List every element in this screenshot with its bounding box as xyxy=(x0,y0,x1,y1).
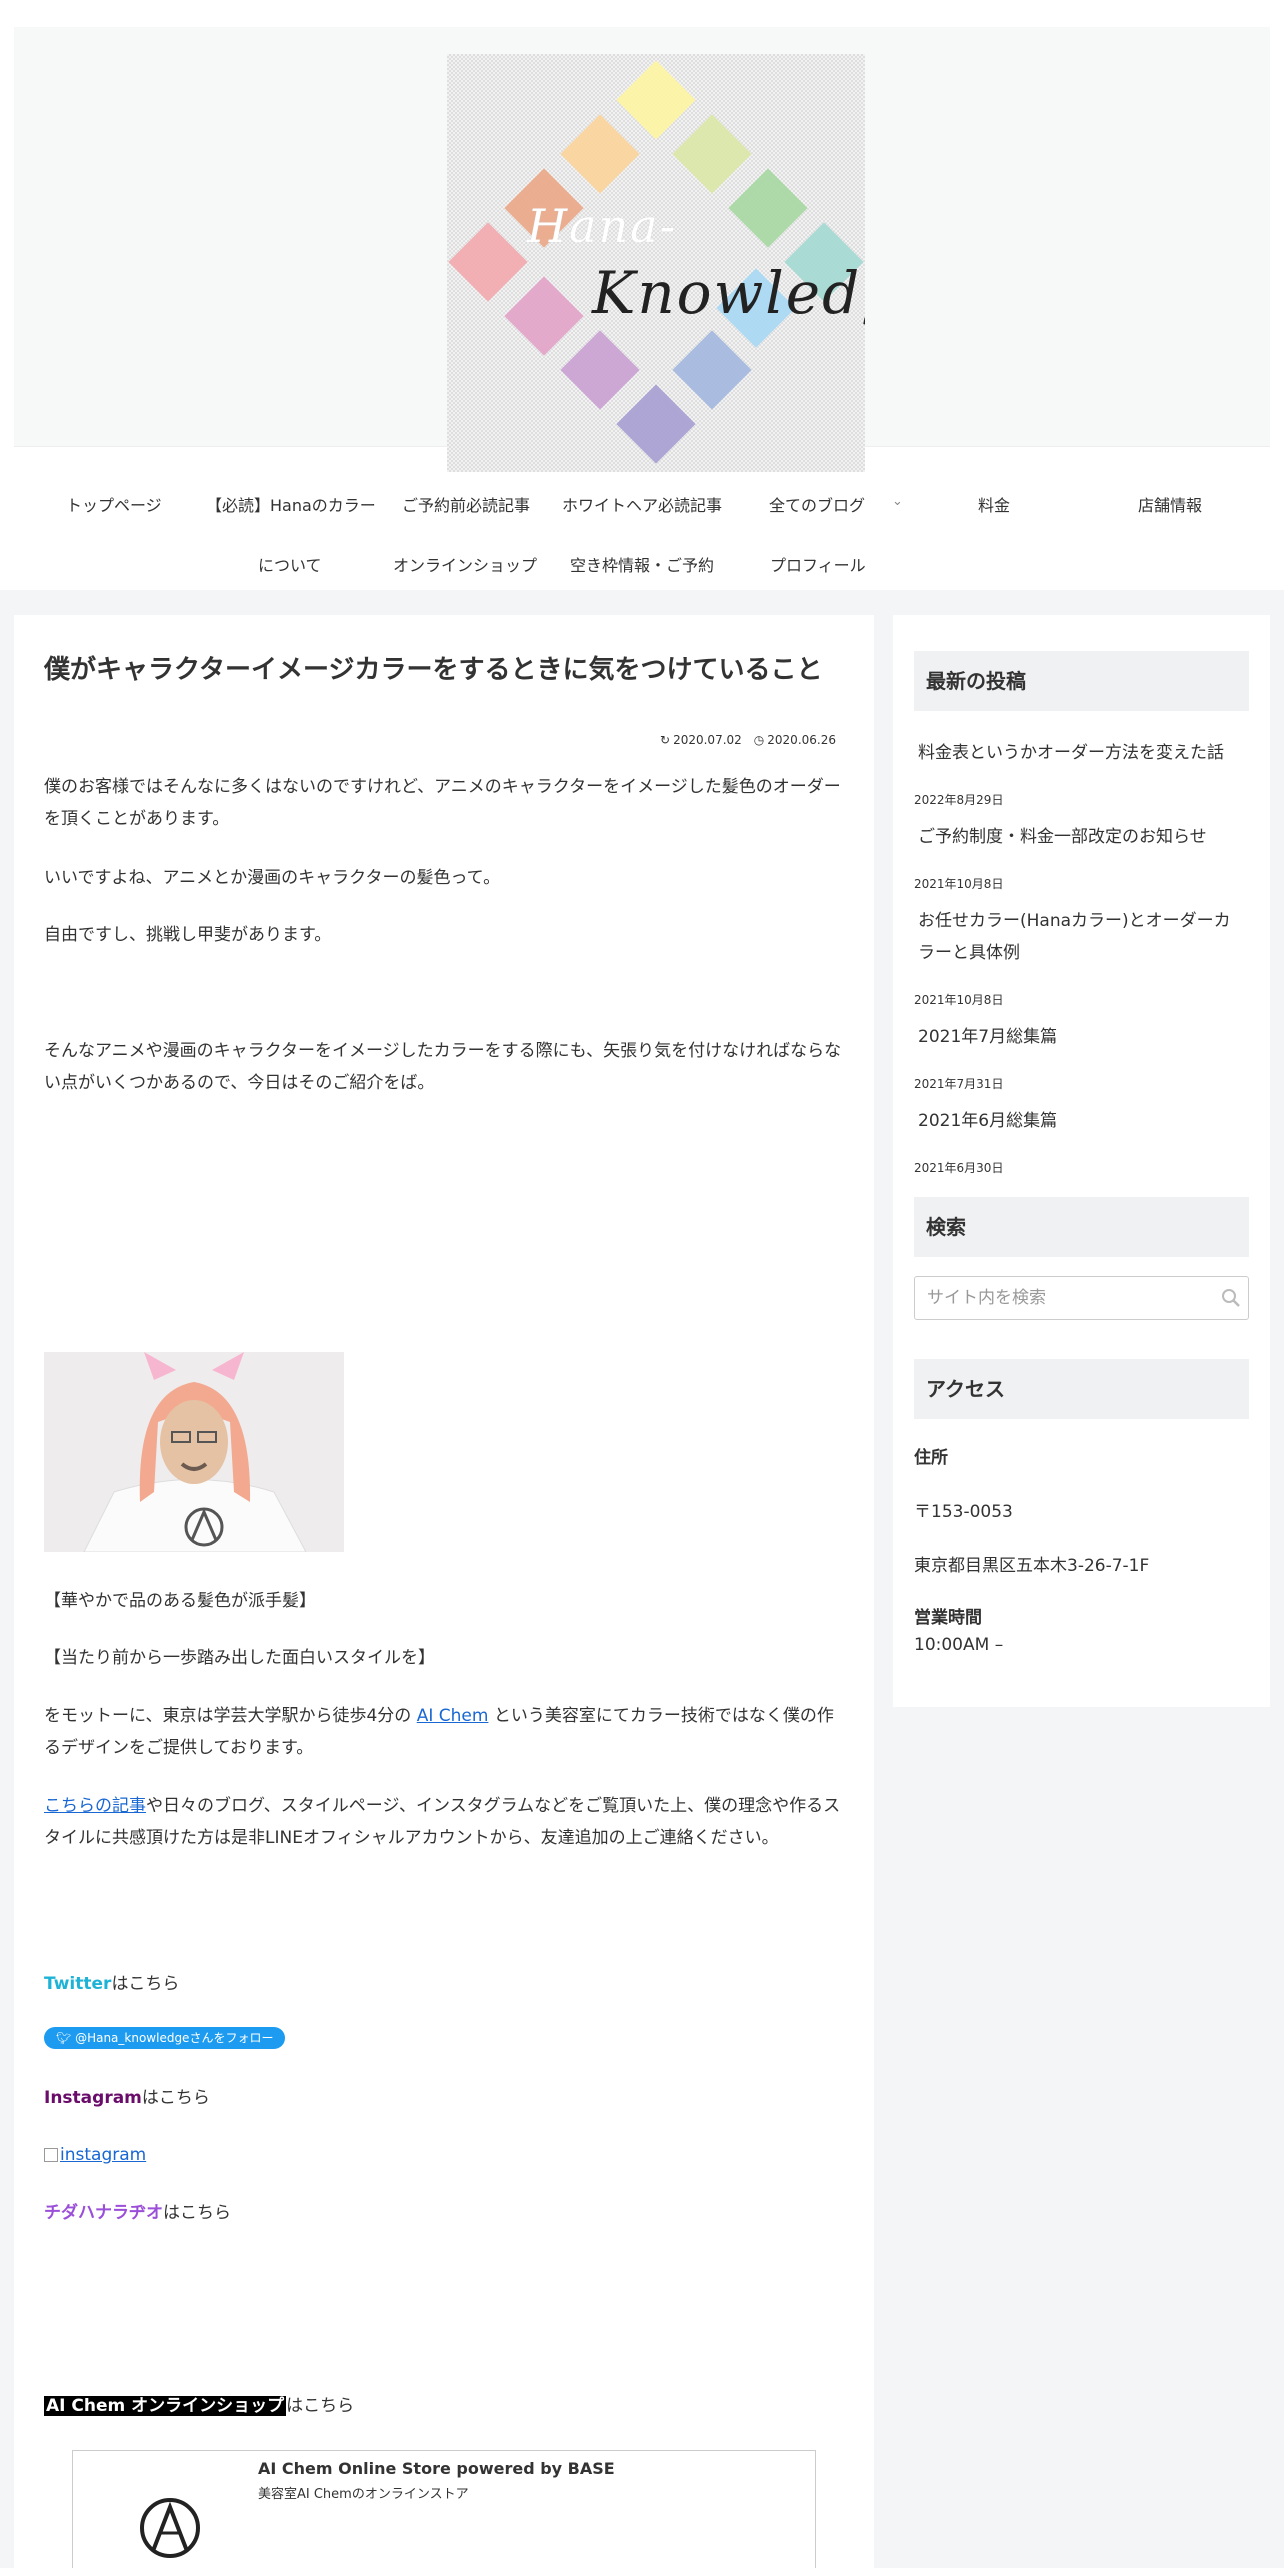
ai-chem-logo-icon xyxy=(140,2498,200,2558)
article-paragraph: 自由ですし、挑戦し甲斐があります。 xyxy=(44,925,332,945)
radio-line: チダハナラヂオはこちら xyxy=(44,2197,844,2229)
article-card: 僕がキャラクターイメージカラーをするときに気をつけていること ↻ 2020.07.… xyxy=(14,615,874,2568)
search-icon[interactable] xyxy=(1220,1287,1242,1309)
online-shop-link[interactable]: AI Chem オンラインショップ xyxy=(44,2396,287,2416)
radio-link[interactable]: チダハナラヂオ xyxy=(44,2203,163,2223)
radio-suffix: はこちら xyxy=(163,2203,231,2223)
nav-item-hana-color[interactable]: 【必読】Hanaのカラー xyxy=(206,492,376,516)
logo-diamond xyxy=(728,168,808,248)
logo-diamond xyxy=(448,222,528,302)
postal-code: 〒153-0053 xyxy=(914,1502,1013,1522)
recent-post-date: 2021年10月8日 xyxy=(914,993,1004,1007)
nav-item-shop-info[interactable]: 店舗情報 xyxy=(1138,492,1202,516)
instagram-image-line: instagram xyxy=(44,2139,844,2171)
address-text: 東京都目黒区五本木3-26-7-1F xyxy=(914,1556,1150,1576)
this-article-link[interactable]: こちらの記事 xyxy=(44,1796,146,1816)
recent-post-date: 2021年10月8日 xyxy=(914,877,1004,891)
address-label: 住所 xyxy=(914,1448,948,1468)
recent-posts-heading: 最新の投稿 xyxy=(914,651,1249,711)
logo-diamond xyxy=(504,276,584,356)
published-date: ◷ 2020.06.26 xyxy=(754,733,836,747)
instagram-line: Instagramはこちら xyxy=(44,2082,844,2114)
clock-icon: ◷ xyxy=(753,733,765,747)
logo-diamond xyxy=(616,384,696,464)
nav-item-profile[interactable]: プロフィール xyxy=(770,552,866,576)
logo-diamond xyxy=(616,60,696,140)
paragraph-text: をモットーに、東京は学芸大学駅から徒歩4分の xyxy=(44,1706,417,1726)
twitter-bird-icon: 🐦︎ xyxy=(56,2031,72,2045)
chevron-down-icon[interactable]: ⌄ xyxy=(892,494,903,509)
article-paragraph: こちらの記事や日々のブログ、スタイルページ、インスタグラムなどをご覧頂いた上、僕… xyxy=(44,1790,844,1854)
recent-post-link[interactable]: 2021年6月総集篇 xyxy=(918,1105,1238,1137)
logo-diamond xyxy=(672,330,752,410)
article-paragraph: そんなアニメや漫画のキャラクターをイメージしたカラーをする際にも、矢張り気を付け… xyxy=(44,1041,842,1093)
twitter-follow-label: @Hana_knowledgeさんをフォロー xyxy=(75,2031,274,2045)
recent-post-link[interactable]: ご予約制度・料金一部改定のお知らせ xyxy=(918,821,1238,853)
recent-post-link[interactable]: 料金表というかオーダー方法を変えた話 xyxy=(918,737,1238,769)
logo-text-line2: Knowledge xyxy=(592,259,865,327)
recent-post-date: 2022年8月29日 xyxy=(914,793,1004,807)
recent-post-link[interactable]: 2021年7月総集篇 xyxy=(918,1021,1238,1053)
nav-item-top[interactable]: トップページ xyxy=(66,492,162,516)
article-title: 僕がキャラクターイメージカラーをするときに気をつけていること xyxy=(44,655,823,685)
nav-item-price[interactable]: 料金 xyxy=(978,492,1010,516)
updated-date-text: 2020.07.02 xyxy=(673,733,742,747)
shop-card-title: AI Chem Online Store powered by BASE xyxy=(258,2459,615,2478)
updated-date: ↻ 2020.07.02 xyxy=(660,733,742,747)
article-photo xyxy=(44,1352,344,1552)
refresh-icon: ↻ xyxy=(660,733,671,747)
published-date-text: 2020.06.26 xyxy=(767,733,836,747)
header-logo-area: Hana- Knowledge xyxy=(14,27,1270,472)
nav-item-online-shop[interactable]: オンラインショップ xyxy=(393,552,537,576)
article-paragraph: をモットーに、東京は学芸大学駅から徒歩4分の AI Chem という美容室にてカ… xyxy=(44,1700,844,1764)
search-input[interactable] xyxy=(915,1277,1195,1319)
logo-diamond xyxy=(560,330,640,410)
instagram-suffix: はこちら xyxy=(141,2088,210,2108)
instagram-link[interactable]: Instagram xyxy=(44,2088,142,2108)
logo-text-line1: Hana- xyxy=(527,199,678,253)
ai-chem-link[interactable]: AI Chem xyxy=(417,1706,489,1726)
recent-post-date: 2021年6月30日 xyxy=(914,1161,1004,1175)
nav-item-hana-color-cont[interactable]: について xyxy=(258,552,322,576)
nav-item-availability[interactable]: 空き枠情報・ご予約 xyxy=(570,552,714,576)
article-paragraph: いいですよね、アニメとか漫画のキャラクターの髪色って。 xyxy=(44,868,501,888)
twitter-suffix: はこちら xyxy=(111,1974,180,1994)
online-shop-card[interactable]: AI Chem Online Store powered by BASE 美容室… xyxy=(72,2450,816,2568)
hours-label: 営業時間 xyxy=(914,1608,982,1628)
article-dates: ↻ 2020.07.02 ◷ 2020.06.26 xyxy=(660,733,836,747)
hours-text: 10:00AM – xyxy=(914,1635,1004,1655)
recent-post-link[interactable]: お任せカラー(Hanaカラー)とオーダーカラーと具体例 xyxy=(918,905,1238,969)
nav-item-all-blogs[interactable]: 全てのブログ xyxy=(769,492,865,516)
search-box xyxy=(914,1276,1249,1320)
article-paragraph: 【華やかで品のある髪色が派手髪】 xyxy=(44,1591,316,1611)
paragraph-text: や日々のブログ、スタイルページ、インスタグラムなどをご覧頂いた上、僕の理念や作る… xyxy=(44,1796,841,1848)
article-paragraph: 僕のお客様ではそんなに多くはないのですけれど、アニメのキャラクターをイメージした… xyxy=(44,777,841,829)
online-shop-line: AI Chem オンラインショップ はこちら xyxy=(44,2390,844,2422)
global-nav: トップページ 【必読】Hanaのカラー について ご予約前必読記事 ホワイトヘア… xyxy=(0,470,1284,590)
article-paragraph: 【当たり前から一歩踏み出した面白いスタイルを】 xyxy=(44,1648,435,1668)
recent-post-date: 2021年7月31日 xyxy=(914,1077,1004,1091)
access-heading: アクセス xyxy=(914,1359,1249,1419)
nav-item-reservation-read[interactable]: ご予約前必読記事 xyxy=(402,492,530,516)
twitter-link[interactable]: Twitter xyxy=(44,1974,111,1994)
twitter-line: Twitterはこちら xyxy=(44,1968,844,2000)
logo-diamond xyxy=(560,114,640,194)
search-heading: 検索 xyxy=(914,1197,1249,1257)
sidebar: 最新の投稿 料金表というかオーダー方法を変えた話 2022年8月29日 ご予約制… xyxy=(893,615,1270,1707)
instagram-image-link[interactable]: instagram xyxy=(60,2145,146,2165)
broken-image-icon xyxy=(44,2148,58,2162)
nav-item-white-hair[interactable]: ホワイトヘア必読記事 xyxy=(562,492,722,516)
shop-card-desc: 美容室AI Chemのオンラインストア xyxy=(258,2487,469,2502)
twitter-follow-button[interactable]: 🐦︎ @Hana_knowledgeさんをフォロー xyxy=(44,2027,286,2049)
logo-diamond xyxy=(672,114,752,194)
online-shop-suffix: はこちら xyxy=(286,2396,355,2416)
site-logo[interactable]: Hana- Knowledge xyxy=(447,54,865,472)
